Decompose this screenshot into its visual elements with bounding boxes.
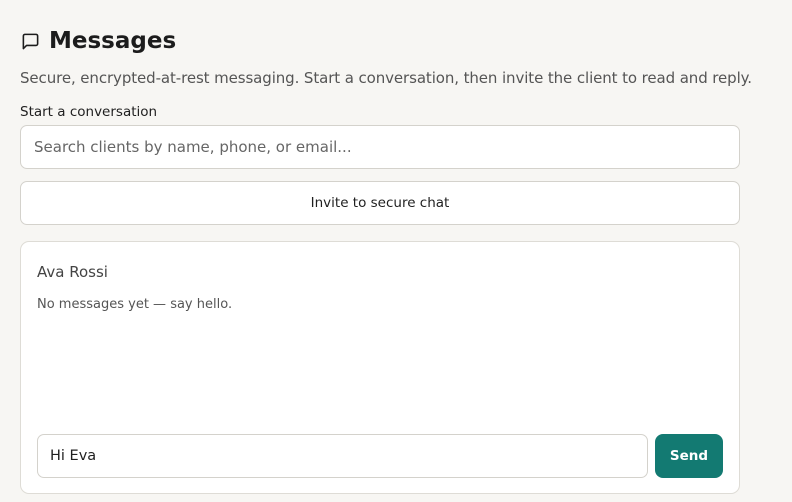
send-button[interactable]: Send	[655, 434, 723, 478]
chat-panel: Ava Rossi No messages yet — say hello. S…	[20, 241, 740, 494]
message-input[interactable]	[38, 435, 647, 477]
client-search-field[interactable]	[20, 125, 740, 169]
chat-client-name: Ava Rossi	[37, 263, 108, 281]
invite-to-secure-chat-button[interactable]: Invite to secure chat	[20, 181, 740, 225]
chat-empty-state: No messages yet — say hello.	[37, 297, 233, 312]
page-header: Messages	[20, 26, 176, 56]
page-subtitle: Secure, encrypted-at-rest messaging. Sta…	[20, 69, 752, 87]
client-search-input[interactable]	[21, 126, 739, 168]
start-conversation-label: Start a conversation	[20, 104, 158, 120]
message-composer[interactable]	[37, 434, 648, 478]
message-square-icon	[20, 31, 40, 51]
page-title: Messages	[49, 28, 177, 54]
